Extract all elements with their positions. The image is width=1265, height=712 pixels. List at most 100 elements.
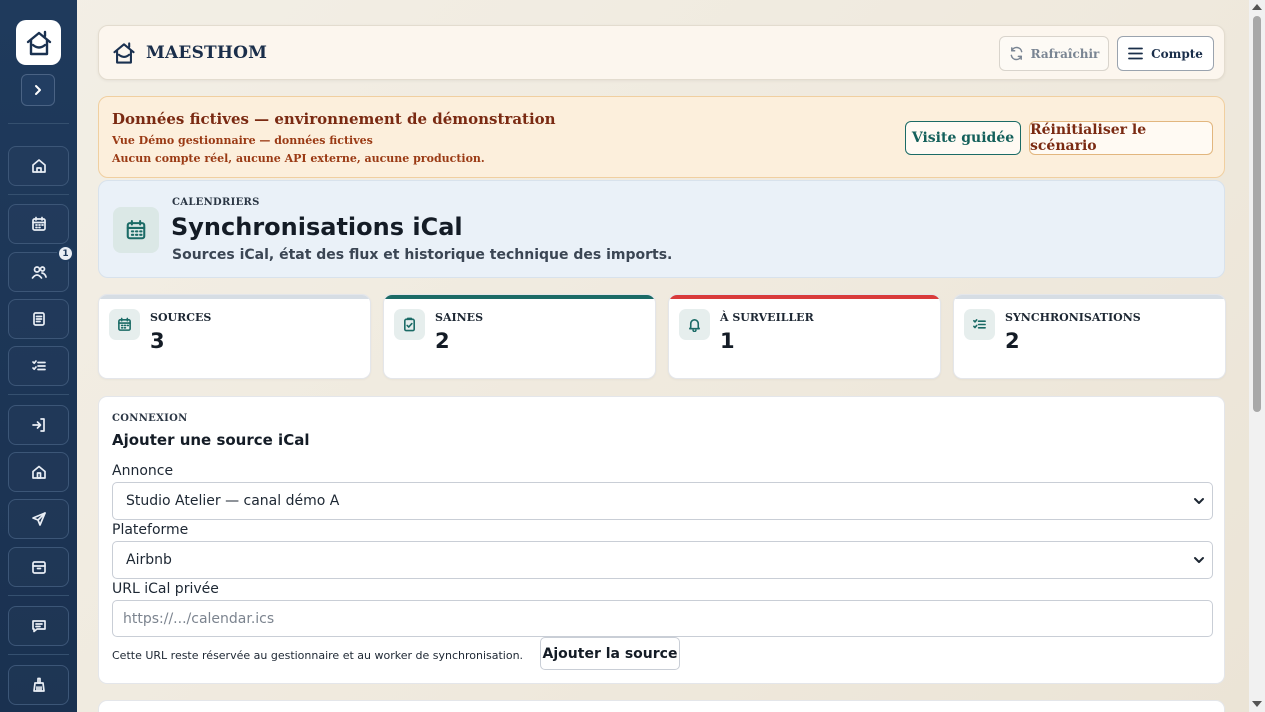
chevron-down-icon — [1194, 498, 1204, 504]
list-check-icon — [973, 319, 986, 329]
page-eyebrow: CALENDRIERS — [172, 197, 260, 208]
guided-tour-button[interactable]: Visite guidée — [905, 121, 1021, 155]
chevron-right-icon — [35, 85, 41, 95]
house-logo-icon — [113, 42, 135, 64]
message-icon — [31, 620, 46, 633]
banner-line-mode: Vue Démo gestionnaire — données fictives — [112, 134, 373, 147]
stat-label: SAINES — [435, 311, 484, 324]
cleaning-icon — [32, 677, 45, 692]
home-icon — [31, 159, 46, 173]
calendar-icon — [118, 317, 131, 331]
stat-icon — [394, 309, 425, 340]
platform-select[interactable]: Airbnb — [112, 541, 1213, 579]
users-icon — [31, 266, 47, 279]
sidebar-expand-button[interactable] — [21, 74, 55, 106]
ical-url-input[interactable]: https://.../calendar.ics — [112, 600, 1213, 637]
sidebar-divider — [8, 394, 69, 395]
form-title: Ajouter une source iCal — [112, 431, 310, 449]
stat-card-syncs: SYNCHRONISATIONS 2 — [953, 294, 1226, 379]
ical-url-placeholder: https://.../calendar.ics — [123, 610, 275, 627]
stat-value: 1 — [720, 329, 735, 353]
chevron-down-icon — [1194, 557, 1204, 563]
next-section-card — [98, 700, 1225, 712]
listing-select[interactable]: Studio Atelier — canal démo A — [112, 482, 1213, 520]
stat-value: 3 — [150, 329, 165, 353]
sidebar-item-checkin[interactable] — [8, 405, 69, 445]
stat-value: 2 — [1005, 329, 1020, 353]
calendar-icon — [31, 216, 46, 231]
brand[interactable]: MAESTHOM — [111, 40, 267, 66]
login-icon — [31, 418, 45, 432]
url-help-text: Cette URL reste réservée au gestionnaire… — [112, 649, 524, 662]
scroll-thumb[interactable] — [1253, 16, 1261, 412]
sidebar-item-cleaning[interactable] — [8, 665, 69, 705]
refresh-button[interactable]: Rafraîchir — [999, 36, 1109, 71]
stat-icon — [679, 309, 710, 340]
stat-accent-bar — [384, 295, 655, 299]
stat-value: 2 — [435, 329, 450, 353]
banner-line-disclaimer: Aucun compte réel, aucune API externe, a… — [112, 152, 485, 165]
stat-label: SOURCES — [150, 311, 212, 324]
sidebar-divider — [8, 654, 69, 655]
calendar-icon — [126, 220, 146, 240]
sidebar-divider — [8, 123, 69, 124]
stat-card-healthy: SAINES 2 — [383, 294, 656, 379]
url-label: URL iCal privée — [112, 581, 219, 597]
stat-card-sources: SOURCES 3 — [98, 294, 371, 379]
sidebar-item-properties[interactable] — [8, 452, 69, 492]
checklist-icon — [31, 360, 46, 371]
add-source-form: CONNEXION Ajouter une source iCal Annonc… — [98, 396, 1225, 684]
listing-label: Annonce — [112, 463, 174, 479]
house-logo-icon — [26, 30, 51, 55]
page-scrollbar[interactable] — [1249, 0, 1265, 712]
stat-accent-bar — [99, 295, 370, 299]
page-title: Synchronisations iCal — [171, 213, 463, 241]
refresh-label: Rafraîchir — [1030, 46, 1100, 61]
sidebar: 1 — [0, 0, 77, 712]
scroll-down-arrow[interactable] — [1252, 701, 1262, 707]
page-subtitle: Sources iCal, état des flux et historiqu… — [172, 247, 673, 263]
menu-icon — [1128, 47, 1143, 60]
stat-accent-bar — [669, 295, 940, 299]
bell-icon — [689, 319, 700, 332]
sidebar-item-tasks[interactable] — [8, 346, 69, 386]
sidebar-item-calendar[interactable] — [8, 204, 69, 244]
scroll-up-arrow[interactable] — [1252, 4, 1262, 10]
house-icon — [31, 465, 46, 479]
sidebar-divider — [8, 194, 69, 195]
sidebar-item-documents[interactable] — [8, 299, 69, 339]
sidebar-item-home[interactable] — [8, 146, 69, 186]
platform-select-value: Airbnb — [126, 552, 172, 568]
app-logo[interactable] — [16, 20, 61, 65]
page-heading: CALENDRIERS Synchronisations iCal Source… — [98, 180, 1225, 278]
document-icon — [32, 312, 45, 326]
sidebar-divider — [8, 595, 69, 596]
send-icon — [31, 512, 46, 526]
top-header: MAESTHOM Rafraîchir Compte — [98, 25, 1225, 80]
sidebar-item-archive[interactable] — [8, 547, 69, 587]
brand-name: MAESTHOM — [146, 43, 268, 63]
sidebar-item-guests[interactable]: 1 — [8, 245, 74, 292]
stat-icon — [109, 309, 140, 340]
account-button[interactable]: Compte — [1117, 36, 1214, 71]
notification-badge: 1 — [57, 245, 74, 262]
sidebar-item-chat[interactable] — [8, 606, 69, 646]
platform-label: Plateforme — [112, 522, 189, 538]
page-icon — [113, 207, 159, 253]
clipboard-check-icon — [404, 317, 415, 332]
stat-icon — [964, 309, 995, 340]
account-label: Compte — [1151, 46, 1203, 61]
add-source-button[interactable]: Ajouter la source — [540, 637, 680, 670]
stat-label: SYNCHRONISATIONS — [1005, 311, 1141, 324]
reset-scenario-button[interactable]: Réinitialiser le scénario — [1029, 121, 1213, 155]
banner-title: Données fictives — environnement de démo… — [112, 110, 556, 128]
form-eyebrow: CONNEXION — [112, 413, 188, 424]
demo-banner: Données fictives — environnement de démo… — [98, 96, 1225, 178]
archive-icon — [31, 561, 46, 574]
sidebar-item-messages-send[interactable] — [8, 499, 69, 539]
stat-card-watch: À SURVEILLER 1 — [668, 294, 941, 379]
stat-accent-bar — [954, 295, 1225, 299]
refresh-icon — [1010, 46, 1023, 61]
stat-label: À SURVEILLER — [720, 311, 814, 324]
listing-select-value: Studio Atelier — canal démo A — [126, 493, 340, 509]
